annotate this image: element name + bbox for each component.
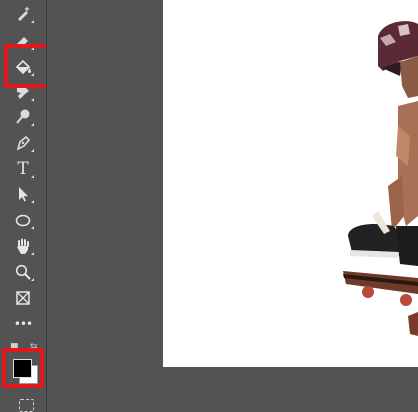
paint-bucket-highlight [4,44,50,88]
arrow-cursor-icon [19,187,28,202]
hand-icon [17,238,29,254]
quick-mask-button[interactable] [19,399,34,412]
ellipsis-icon: ••• [13,317,33,331]
type-tool[interactable]: T [10,157,36,181]
magnifier-icon [15,264,31,280]
type-icon: T [17,159,29,179]
tools-panel: T ••• ■ ⇆ [0,0,50,412]
hand-tool[interactable] [10,234,36,258]
ellipse-tool[interactable] [10,208,36,232]
healing-brush-tool[interactable] [10,2,36,26]
dodge-icon [16,109,30,124]
pen-icon [16,135,31,151]
zoom-tool[interactable] [10,260,36,284]
skateboarder-image [343,21,418,336]
path-selection-tool[interactable] [10,182,36,206]
frame-tool[interactable] [10,286,36,310]
color-swatch-highlight [2,348,44,388]
frame-icon [16,291,30,305]
dodge-tool[interactable] [10,105,36,129]
edit-toolbar-button[interactable]: ••• [10,312,36,336]
pen-tool[interactable] [10,131,36,155]
ellipse-icon [15,214,31,227]
bandage-sparkle-icon [18,6,30,21]
